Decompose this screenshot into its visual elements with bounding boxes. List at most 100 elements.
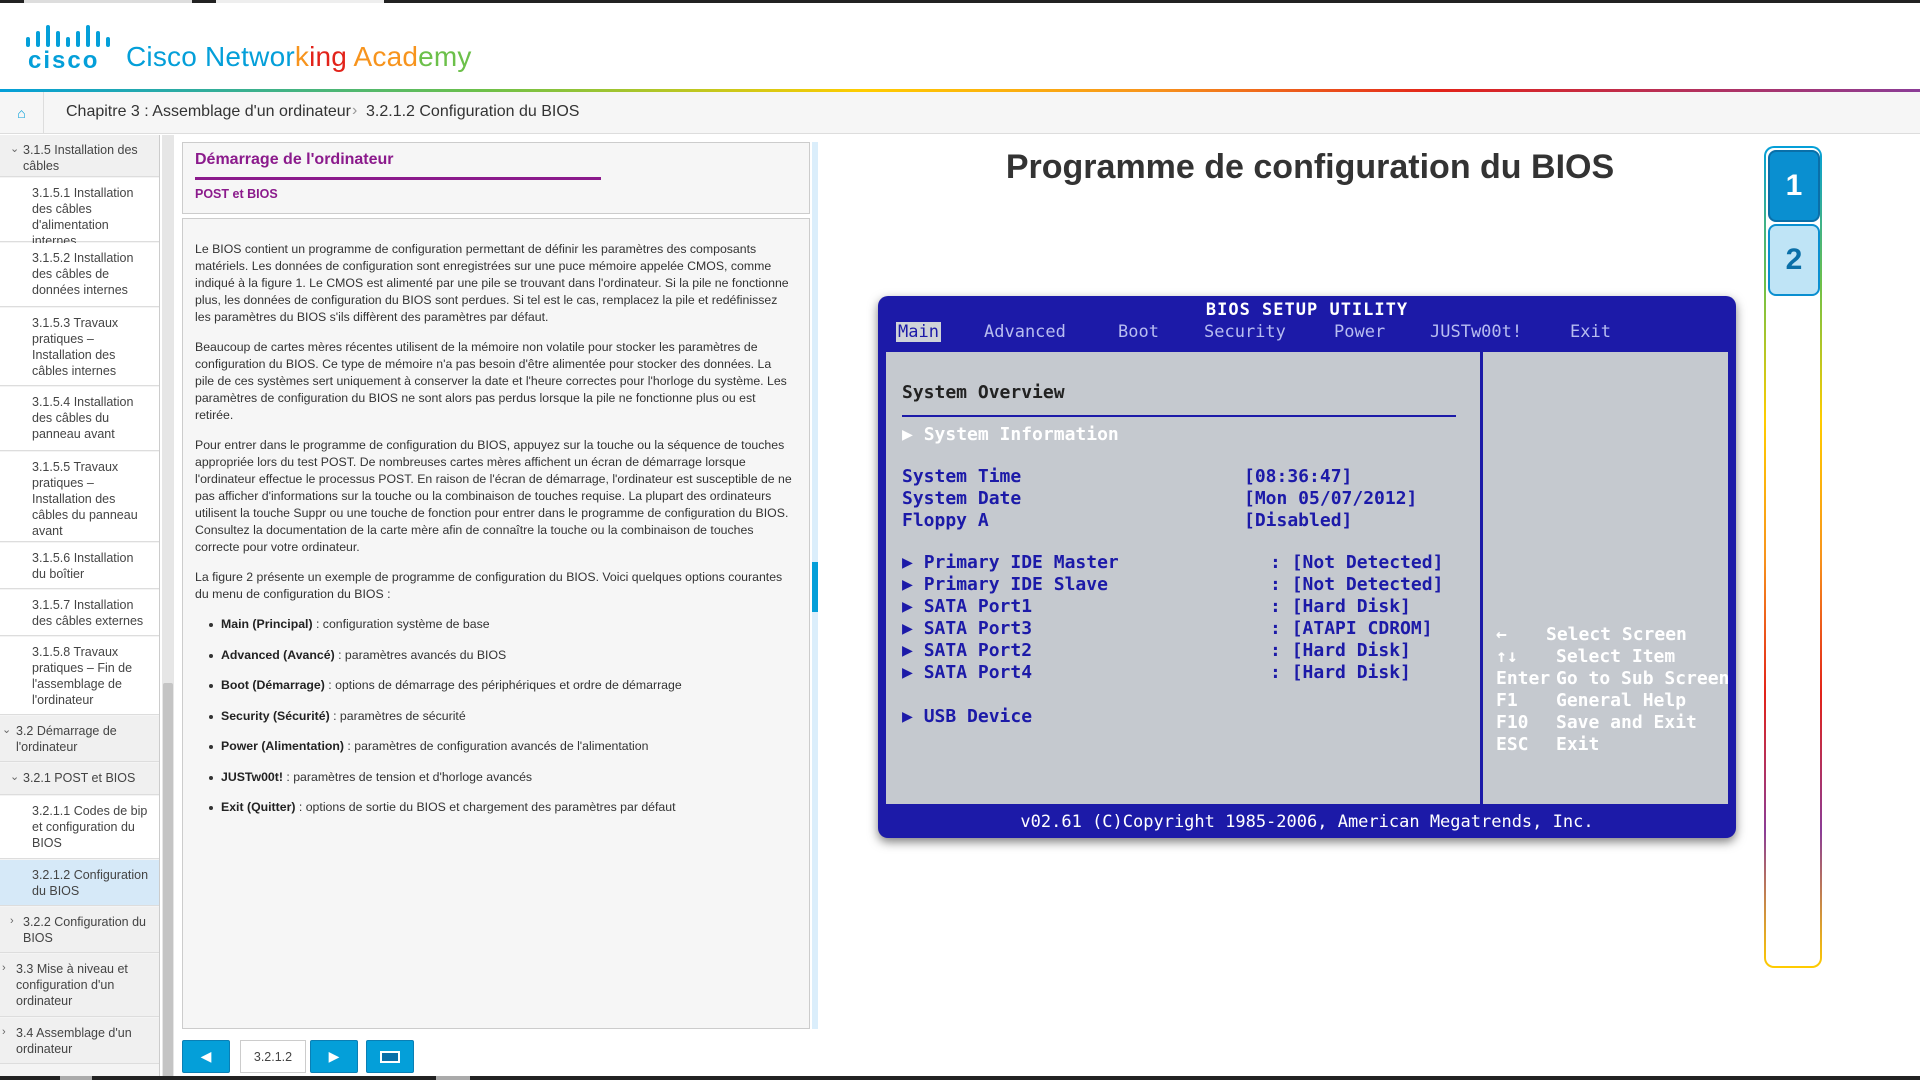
sidebar-item[interactable]: 3.1.5.7 Installation des câbles externes [0,590,159,636]
sidebar-item[interactable]: 3.1.5.4 Installation des câbles du panne… [0,387,159,451]
bios-help-action: Select Screen [1546,624,1687,645]
bios-help-action: Save and Exit [1556,712,1697,733]
sidebar-item[interactable]: › 3.3 Mise à niveau et configuration d'un… [0,954,159,1017]
paragraph: La figure 2 présente un exemple de progr… [195,570,783,601]
bios-usb-device: ▶ USB Device [902,706,1033,727]
title-underline [195,177,601,180]
sidebar-item-label: 3.1.5 Installation des câbles [23,143,138,173]
bios-help-key: F10 [1496,712,1529,733]
sidebar-item-label: 3.2.1.2 Configuration du BIOS [32,868,149,898]
cisco-logo: cisco [24,21,110,74]
sidebar-item-label: 3.2 Démarrage de l'ordinateur [16,724,117,754]
panel-subtitle: POST et BIOS [195,187,278,201]
bios-menu-exit: Exit [1570,322,1611,342]
sidebar-item[interactable]: 3.1.5.2 Installation des câbles de donné… [0,243,159,307]
app-name: Cisco Networking Academy [126,41,472,72]
bios-menu-bar: Main Advanced Boot Security Power JUSTw0… [878,322,1736,344]
bios-device-value: : [Hard Disk] [1270,662,1411,683]
sidebar-item-label: 3.1.5.2 Installation des câbles de donné… [32,251,134,297]
sidebar-item[interactable]: ⌄ 3.2 Démarrage de l'ordinateur [0,716,159,762]
figure-stepper: 1 2 [1764,146,1822,968]
figure-step-2[interactable]: 2 [1768,224,1820,296]
panel-header: Démarrage de l'ordinateur POST et BIOS [182,142,810,214]
sidebar-item[interactable]: 3.2.1.2 Configuration du BIOS [0,860,159,906]
panel-splitter[interactable] [812,142,818,1029]
bios-menu-options-list: Main (Principal) : configuration système… [195,616,793,817]
bios-help-action: Select Item [1556,646,1676,667]
bios-help-key: Enter [1496,668,1551,689]
sidebar-item[interactable]: › 3.4 Assemblage d'un ordinateur [0,1018,159,1064]
sidebar-item-label: 3.1.5.8 Travaux pratiques – Fin de l'ass… [32,645,133,707]
bios-device-value: : [Hard Disk] [1270,596,1411,617]
bios-menu-main: Main [896,322,941,342]
breadcrumb-chapter[interactable]: Chapitre 3 : Assemblage d'un ordinateur [66,103,351,121]
app-header: cisco Cisco Networking Academy [0,3,1920,92]
sidebar-item[interactable]: ⌄ 3.2.1 POST et BIOS [0,763,159,795]
bios-menu-boot: Boot [1118,322,1159,342]
bios-screenshot: BIOS SETUP UTILITY Main Advanced Boot Se… [878,296,1736,838]
sidebar-item[interactable]: 3.1.5.8 Travaux pratiques – Fin de l'ass… [0,637,159,715]
bios-device-value: : [ATAPI CDROM] [1270,618,1433,639]
bios-system-information: ▶ System Information [902,424,1119,445]
page-number: 3.2.1.2 [240,1040,306,1073]
paragraph: Pour entrer dans le programme de configu… [195,438,792,554]
list-item: Main (Principal) : configuration système… [195,616,793,634]
bios-help-action: Go to Sub Screen [1556,668,1730,689]
list-item: Boot (Démarrage) : options de démarrage … [195,677,793,695]
bios-help-key: ↑↓ [1496,646,1518,667]
sidebar-item[interactable]: 3.2.1.1 Codes de bip et configuration du… [0,796,159,859]
scrollbar-thumb[interactable] [163,683,173,1080]
paragraph: Le BIOS contient un programme de configu… [195,242,789,324]
arrow-left-icon: ◀ [200,1048,212,1064]
bios-device-row: ▶ SATA Port3 [902,618,1033,639]
bios-menu-advanced: Advanced [984,322,1066,342]
figure-title: Programme de configuration du BIOS [1005,148,1615,186]
media-button[interactable] [366,1040,414,1073]
list-item: Exit (Quitter) : options de sortie du BI… [195,799,793,817]
sidebar-item[interactable]: 3.1.5.6 Installation du boîtier [0,543,159,589]
bios-device-row: ▶ SATA Port2 [902,640,1033,661]
chevron-down-icon[interactable]: ⌄ [2,722,11,738]
bios-device-value: : [Hard Disk] [1270,640,1411,661]
bios-help-key: ← [1496,624,1507,645]
sidebar-item-label: 3.3 Mise à niveau et configuration d'un … [16,962,128,1008]
sidebar-item[interactable]: 3.1.5.3 Travaux pratiques – Installation… [0,308,159,386]
bios-menu-justw00t: JUSTw00t! [1430,322,1523,342]
sidebar-item-label: 3.2.2 Configuration du BIOS [23,915,147,945]
sidebar-item-label: 3.2.1 POST et BIOS [23,771,136,785]
bios-help-key: ESC [1496,734,1529,755]
previous-button[interactable]: ◀ [182,1040,230,1073]
bios-date-label: System Date [902,488,1022,509]
sidebar-item-label: 3.4 Assemblage d'un ordinateur [16,1026,132,1056]
sidebar-item[interactable]: 3.1.5.1 Installation des câbles d'alimen… [0,178,159,248]
bios-main-area: System Overview ▶ System Information Sys… [884,350,1730,806]
sidebar-item-label: 3.1.5.5 Travaux pratiques – Installation… [32,460,138,538]
chevron-down-icon[interactable]: ⌄ [10,141,19,157]
sidebar-item-label: 3.1.5.6 Installation du boîtier [32,551,134,581]
splitter-handle[interactable] [812,562,818,612]
figure-step-1[interactable]: 1 [1768,150,1820,222]
bios-device-row: ▶ SATA Port4 [902,662,1033,683]
panel-body: Le BIOS contient un programme de configu… [182,218,810,1029]
arrow-right-icon: ▶ [328,1048,340,1064]
screen-icon [380,1050,400,1063]
list-item: JUSTw00t! : paramètres de tension et d'h… [195,769,793,787]
bios-divider [1480,352,1483,804]
sidebar-item-label: 3.2.1.1 Codes de bip et configuration du… [32,804,148,850]
chevron-right-icon[interactable]: › [10,913,14,929]
panel-title: Démarrage de l'ordinateur [195,151,394,168]
sidebar-item[interactable]: ⌄ 3.1.5 Installation des câbles [0,135,159,177]
chevron-right-icon[interactable]: › [2,1024,6,1040]
bios-help-action: Exit [1556,734,1600,755]
next-button[interactable]: ▶ [310,1040,358,1073]
bios-rule [902,415,1456,417]
sidebar-item[interactable]: 3.1.5.5 Travaux pratiques – Installation… [0,452,159,542]
chevron-right-icon[interactable]: › [2,960,6,976]
bottom-strip [0,1076,1920,1080]
home-button[interactable]: ⌂ [0,92,44,134]
sidebar-scrollbar[interactable] [162,135,174,1080]
sidebar-item[interactable]: › 3.2.2 Configuration du BIOS [0,907,159,953]
breadcrumb-page: 3.2.1.2 Configuration du BIOS [366,103,580,120]
home-icon: ⌂ [17,105,26,121]
chevron-down-icon[interactable]: ⌄ [10,769,19,785]
